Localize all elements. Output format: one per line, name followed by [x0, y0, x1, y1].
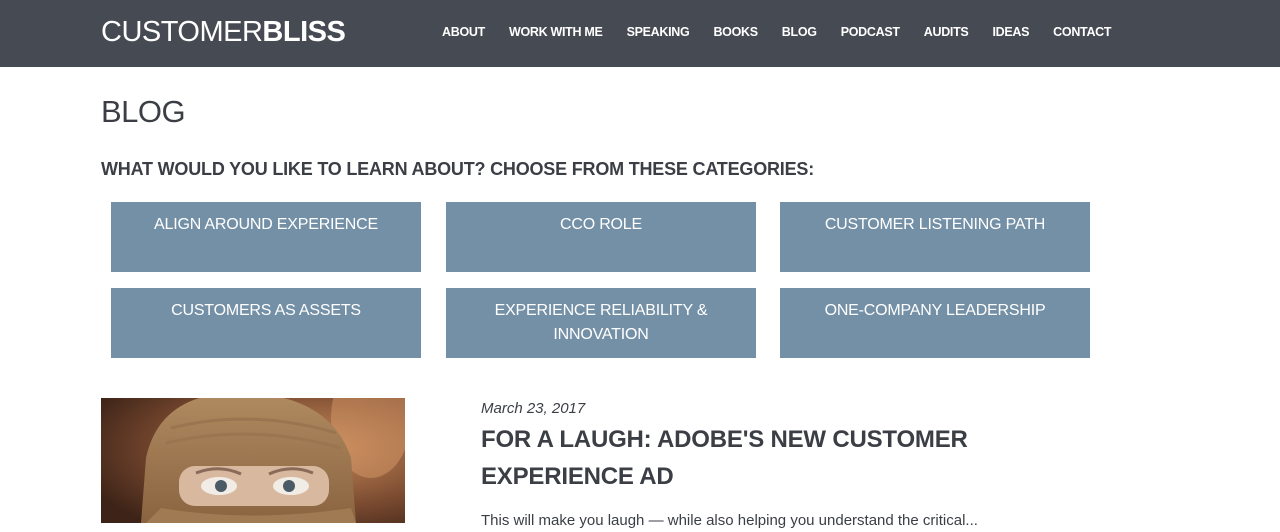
nav-audits[interactable]: AUDITS: [912, 0, 981, 64]
nav-ideas[interactable]: IDEAS: [980, 0, 1041, 64]
post-excerpt: This will make you laugh — while also he…: [481, 512, 978, 529]
nav-blog[interactable]: BLOG: [770, 0, 829, 64]
site-header: CUSTOMERBLISS ABOUT WORK WITH ME SPEAKIN…: [0, 0, 1280, 67]
main-nav: ABOUT WORK WITH ME SPEAKING BOOKS BLOG P…: [430, 0, 1123, 64]
nav-podcast[interactable]: PODCAST: [829, 0, 912, 64]
logo-text-bold: BLISS: [262, 16, 346, 48]
nav-contact[interactable]: CONTACT: [1041, 0, 1123, 64]
post-date: March 23, 2017: [481, 400, 586, 417]
logo-text-light: CUSTOMER: [101, 16, 263, 48]
category-customer-listening-path[interactable]: CUSTOMER LISTENING PATH: [780, 202, 1090, 272]
category-cco-role[interactable]: CCO ROLE: [446, 202, 756, 272]
category-experience-reliability-innovation[interactable]: EXPERIENCE RELIABILITY & INNOVATION: [446, 288, 756, 358]
nav-books[interactable]: BOOKS: [701, 0, 769, 64]
post-thumbnail-image: [101, 398, 405, 523]
post-title[interactable]: FOR A LAUGH: ADOBE'S NEW CUSTOMER EXPERI…: [481, 421, 1041, 495]
nav-about[interactable]: ABOUT: [430, 0, 497, 64]
nav-speaking[interactable]: SPEAKING: [615, 0, 702, 64]
site-logo[interactable]: CUSTOMERBLISS: [101, 15, 346, 49]
nav-work-with-me[interactable]: WORK WITH ME: [497, 0, 615, 64]
category-customers-as-assets[interactable]: CUSTOMERS AS ASSETS: [111, 288, 421, 358]
category-one-company-leadership[interactable]: ONE-COMPANY LEADERSHIP: [780, 288, 1090, 358]
category-align-around-experience[interactable]: ALIGN AROUND EXPERIENCE: [111, 202, 421, 272]
categories-heading: WHAT WOULD YOU LIKE TO LEARN ABOUT? CHOO…: [101, 159, 814, 179]
post-thumbnail[interactable]: [101, 398, 405, 523]
page-title: BLOG: [101, 94, 186, 129]
